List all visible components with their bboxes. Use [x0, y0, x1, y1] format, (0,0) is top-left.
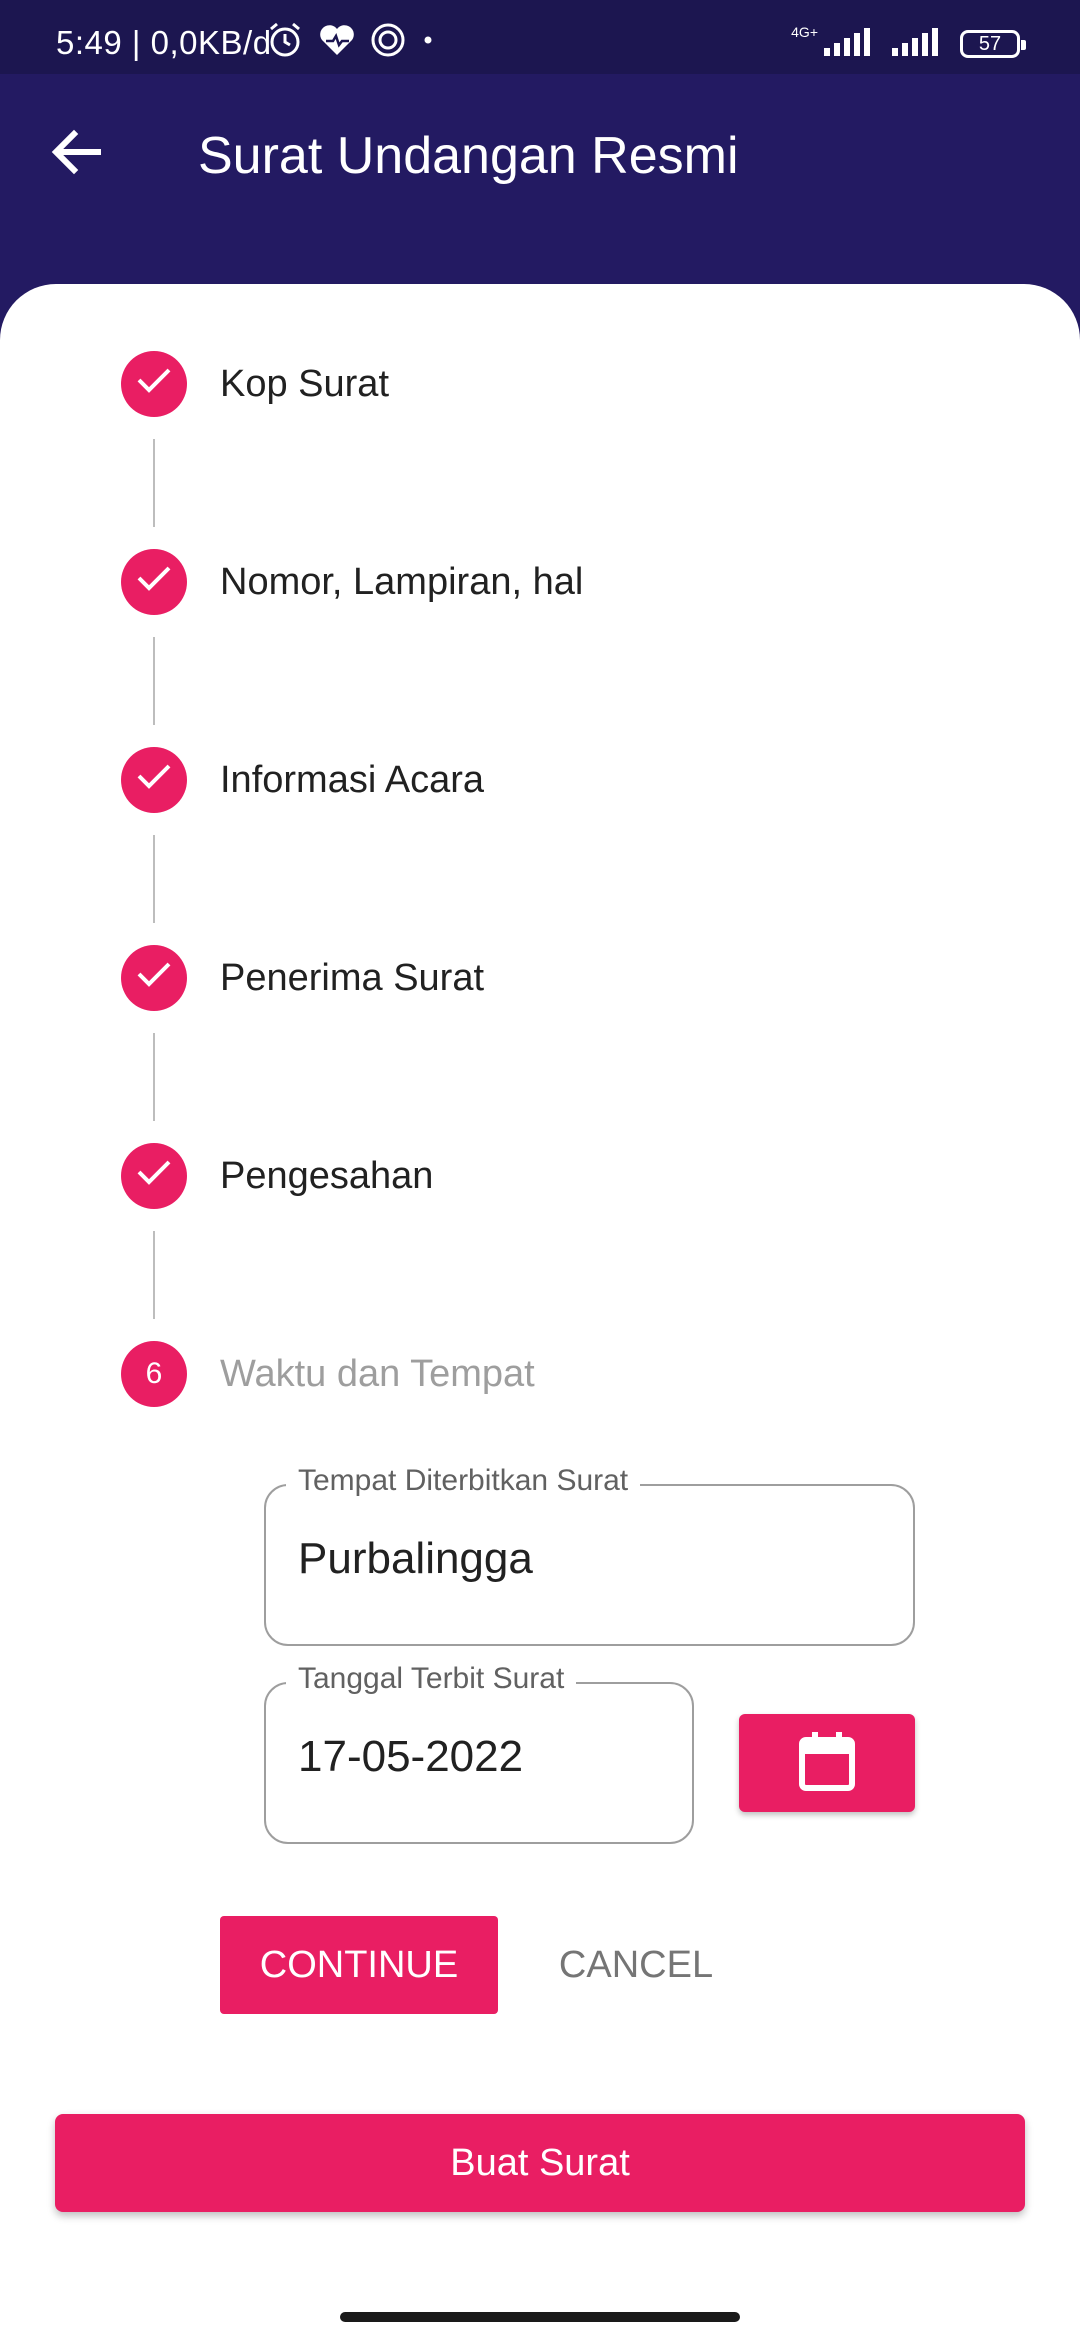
step-label: Nomor, Lampiran, hal [220, 560, 584, 603]
status-right-icons: 4G+ 57 [791, 22, 1026, 66]
step-pengesahan[interactable]: Pengesahan [121, 1143, 433, 1209]
alarm-icon [266, 21, 304, 64]
step-connector [153, 1033, 155, 1121]
step-connector [153, 637, 155, 725]
status-time: 5:49 | 0,0KB/d [56, 24, 272, 61]
signal-icon [824, 26, 876, 63]
date-field-label: Tanggal Terbit Surat [286, 1662, 577, 1696]
status-left-icons [266, 22, 436, 62]
step-label: Penerima Surat [220, 956, 485, 999]
step-label: Pengesahan [220, 1154, 434, 1197]
step-connector [153, 1231, 155, 1319]
app-bar: Surat Undangan Resmi [0, 74, 1080, 284]
step-label: Waktu dan Tempat [220, 1352, 535, 1395]
place-field-label: Tempat Diterbitkan Surat [286, 1464, 641, 1498]
continue-button[interactable]: CONTINUE [220, 1916, 498, 2014]
home-indicator[interactable] [340, 2312, 740, 2322]
step-waktu-dan-tempat[interactable]: 6 Waktu dan Tempat [121, 1341, 535, 1407]
date-picker-button[interactable] [739, 1714, 915, 1812]
date-field[interactable]: Tanggal Terbit Surat 17-05-2022 [264, 1662, 694, 1844]
heart-icon [318, 23, 356, 62]
place-input[interactable]: Purbalingga [298, 1534, 533, 1584]
step-done-indicator [121, 747, 187, 813]
date-input[interactable]: 17-05-2022 [298, 1732, 523, 1782]
check-icon [136, 762, 172, 798]
check-icon [136, 366, 172, 402]
step-penerima-surat[interactable]: Penerima Surat [121, 945, 484, 1011]
step-done-indicator [121, 549, 187, 615]
signal-icon [892, 26, 944, 63]
page-title: Surat Undangan Resmi [198, 127, 739, 185]
status-bar: 5:49 | 0,0KB/d 4G+ 57 [0, 0, 1080, 74]
step-connector [153, 439, 155, 527]
target-icon [370, 22, 406, 63]
network-type: 4G+ [791, 24, 818, 40]
check-icon [136, 960, 172, 996]
calendar-icon [798, 1730, 856, 1797]
step-done-indicator [121, 945, 187, 1011]
step-number-indicator: 6 [121, 1341, 187, 1407]
step-informasi-acara[interactable]: Informasi Acara [121, 747, 484, 813]
cancel-button[interactable]: CANCEL [546, 1916, 726, 2014]
step-nomor-lampiran-hal[interactable]: Nomor, Lampiran, hal [121, 549, 583, 615]
back-button[interactable] [46, 124, 106, 184]
step-kop-surat[interactable]: Kop Surat [121, 351, 389, 417]
battery-level: 57 [978, 32, 1002, 55]
arrow-left-icon [50, 128, 102, 181]
step-done-indicator [121, 351, 187, 417]
buat-surat-button[interactable]: Buat Surat [55, 2114, 1025, 2212]
check-icon [136, 564, 172, 600]
step-label: Kop Surat [220, 362, 389, 405]
place-field[interactable]: Tempat Diterbitkan Surat Purbalingga [264, 1464, 915, 1646]
battery-icon: 57 [960, 30, 1026, 58]
step-connector [153, 835, 155, 923]
dot-icon [420, 32, 436, 53]
step-label: Informasi Acara [220, 758, 484, 801]
check-icon [136, 1158, 172, 1194]
step-done-indicator [121, 1143, 187, 1209]
